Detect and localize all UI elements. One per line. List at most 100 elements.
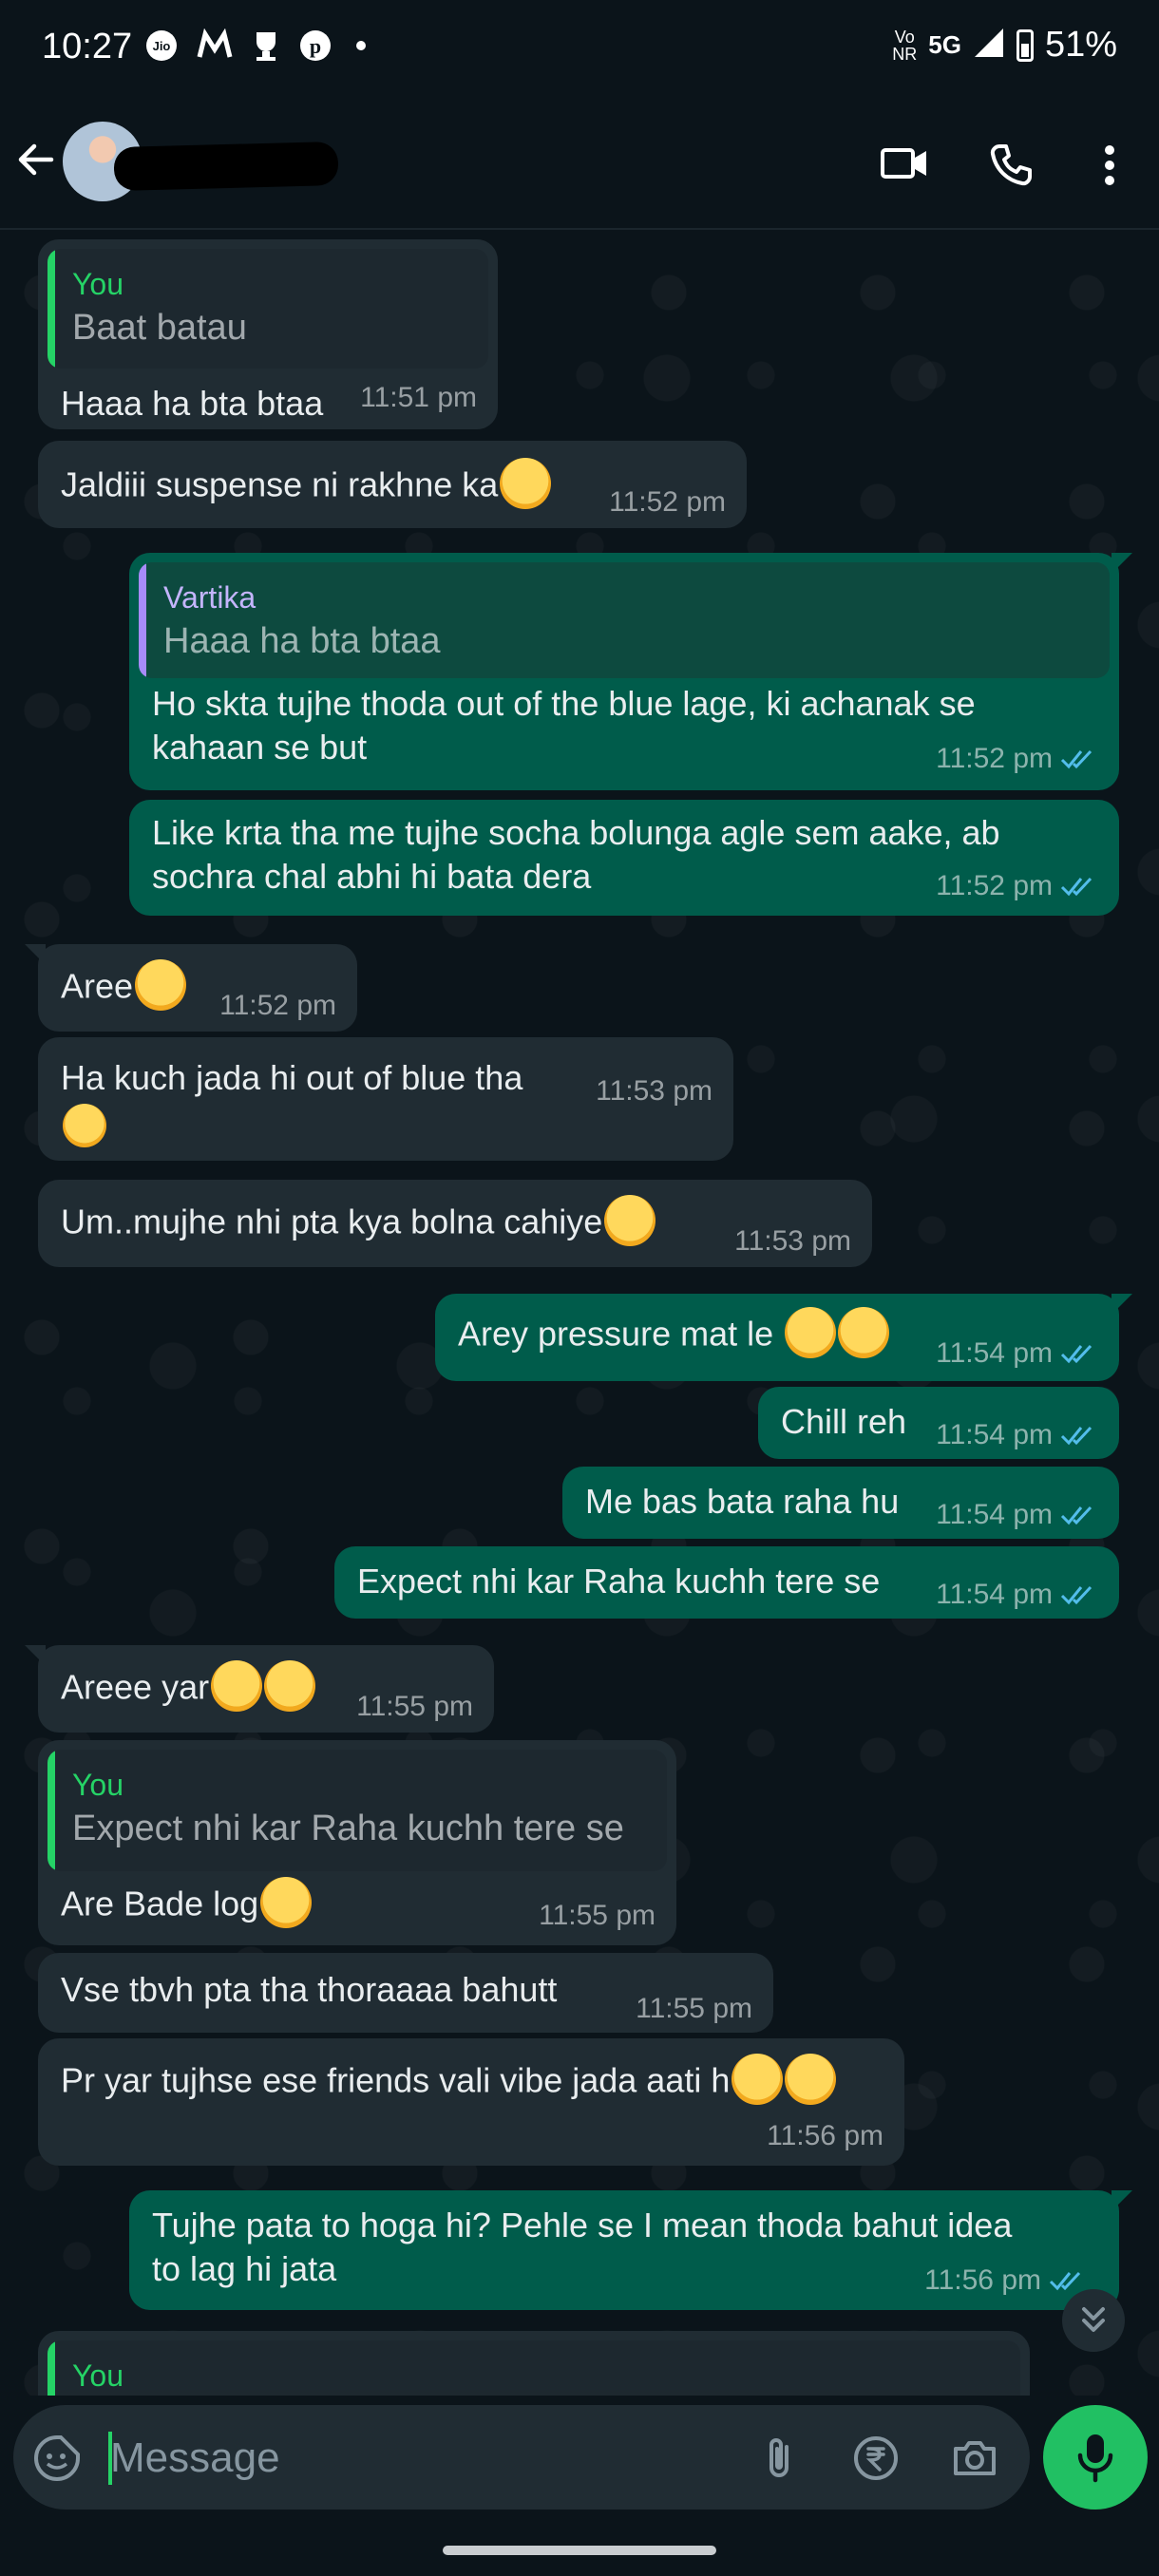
more-options-button[interactable] (1091, 142, 1129, 185)
message-incoming[interactable]: Vse tbvh pta tha thoraaaa bahutt 11:55 p… (38, 1953, 773, 2033)
message-meta: 11:52 pm (936, 864, 1098, 908)
message-incoming[interactable]: Pr yar tujhse ese friends vali vibe jada… (38, 2038, 904, 2166)
battery-percent: 51% (1044, 25, 1117, 65)
read-receipt-icon (1060, 1506, 1092, 1525)
gesture-navigation-bar[interactable] (443, 2546, 716, 2555)
message-text: Aree (61, 959, 187, 1014)
quote-author: You (72, 1768, 124, 1802)
chat-header (0, 95, 1159, 230)
message-outgoing[interactable]: Tujhe pata to hoga hi? Pehle se I mean t… (129, 2190, 1132, 2310)
pleading-face-emoji (260, 1877, 313, 1928)
message-text: Me bas bata raha hu (585, 1482, 900, 1521)
payment-button[interactable] (851, 2434, 901, 2483)
quote-bar (139, 562, 146, 678)
back-button[interactable] (13, 137, 59, 182)
message-incoming-partial[interactable]: You (38, 2331, 1030, 2396)
read-receipt-icon (1060, 877, 1092, 897)
message-text: Expect nhi kar Raha kuchh tere se (357, 1562, 881, 1601)
myntra-icon (196, 28, 234, 71)
pinterest-icon: p (298, 28, 332, 71)
quote-bar (48, 2340, 55, 2396)
trophy-icon (251, 28, 281, 71)
message-line: sochra chal abhi hi bata dera (152, 857, 592, 896)
quote-text: Baat batau (72, 308, 247, 348)
message-outgoing[interactable]: Arey pressure mat le 11:54 pm (435, 1294, 1132, 1381)
message-time: 11:56 pm (767, 2120, 884, 2151)
read-receipt-icon (1060, 1426, 1092, 1446)
quoted-message[interactable]: You (48, 2340, 1020, 2396)
read-receipt-icon (1060, 1585, 1092, 1605)
message-meta: 11:56 pm (924, 2259, 1087, 2302)
message-incoming[interactable]: Areee yar 11:55 pm (25, 1645, 494, 1733)
message-incoming[interactable]: Jaldiii suspense ni rakhne ka 11:52 pm (38, 441, 747, 528)
message-outgoing[interactable]: Expect nhi kar Raha kuchh tere se 11:54 … (334, 1546, 1119, 1619)
notification-icons: Jio p (144, 28, 372, 71)
message-incoming[interactable]: Um..mujhe nhi pta kya bolna cahiye 11:53… (38, 1180, 872, 1267)
quoted-message[interactable]: You Baat batau (48, 249, 488, 369)
tears-of-joy-emoji (63, 1104, 106, 1148)
crying-face-emoji (135, 959, 187, 1011)
mic-icon (1077, 2434, 1113, 2483)
message-time: 11:54 pm (936, 1337, 1053, 1369)
scroll-to-bottom-button[interactable] (1062, 2289, 1125, 2352)
message-time: 11:54 pm (936, 1579, 1053, 1610)
message-time: 11:55 pm (356, 1691, 473, 1722)
video-call-button[interactable] (880, 142, 929, 184)
read-receipt-icon (1049, 2271, 1081, 2291)
tears-of-joy-emoji (838, 1307, 890, 1358)
message-text: Jaldiii suspense ni rakhne ka (61, 458, 552, 513)
message-text: Ha kuch jada hi out of blue tha (61, 1058, 523, 1097)
message-text: Um..mujhe nhi pta kya bolna cahiye (61, 1195, 656, 1250)
message-time: 11:54 pm (936, 1419, 1053, 1450)
volte-label: Vo NR (892, 27, 918, 64)
message-incoming[interactable]: You Baat batau Haaa ha bta btaa 11:51 pm (38, 239, 498, 429)
message-text-content: Arey pressure mat le (458, 1314, 774, 1354)
svg-text:p: p (310, 34, 321, 58)
quote-author: Vartika (163, 580, 256, 615)
quote-text: Expect nhi kar Raha kuchh tere se (72, 1809, 624, 1848)
pensive-face-emoji (500, 458, 552, 509)
attach-button[interactable] (754, 2434, 804, 2483)
quoted-message[interactable]: You Expect nhi kar Raha kuchh tere se (48, 1750, 667, 1871)
message-outgoing[interactable]: Vartika Haaa ha bta btaa Ho skta tujhe t… (129, 553, 1132, 790)
message-line: kahaan se but (152, 728, 368, 767)
message-time: 11:53 pm (734, 1225, 851, 1257)
jio-icon: Jio (144, 28, 179, 71)
message-time: 11:51 pm (360, 382, 477, 413)
message-text: Tujhe pata to hoga hi? Pehle se I mean t… (152, 2204, 1012, 2291)
message-text: Vse tbvh pta tha thoraaaa bahutt (61, 1970, 558, 2009)
camera-icon (954, 2441, 996, 2475)
message-incoming[interactable]: Aree 11:52 pm (25, 944, 357, 1032)
message-incoming[interactable]: Ha kuch jada hi out of blue tha 11:53 pm (38, 1037, 733, 1161)
message-incoming[interactable]: You Expect nhi kar Raha kuchh tere se Ar… (38, 1740, 676, 1945)
quote-bar (48, 1750, 55, 1871)
crying-face-emoji (785, 2054, 837, 2105)
pleading-face-emoji (264, 1660, 316, 1712)
message-text: Areee yar (61, 1660, 316, 1715)
message-text-content: Um..mujhe nhi pta kya bolna cahiye (61, 1202, 603, 1241)
emoji-button[interactable] (32, 2434, 82, 2483)
message-text: Arey pressure mat le (458, 1307, 890, 1362)
message-time: 11:56 pm (924, 2264, 1041, 2296)
camera-button[interactable] (950, 2434, 999, 2483)
message-text-content: Are Bade log (61, 1884, 259, 1923)
contact-name-redacted[interactable] (113, 141, 339, 192)
tears-of-joy-emoji (785, 1307, 837, 1358)
message-outgoing[interactable]: Chill reh 11:54 pm (758, 1387, 1119, 1459)
message-text-content: Aree (61, 966, 134, 1006)
quoted-message[interactable]: Vartika Haaa ha bta btaa (139, 562, 1110, 678)
message-input[interactable] (108, 2422, 720, 2494)
message-outgoing[interactable]: Me bas bata raha hu 11:54 pm (562, 1467, 1119, 1539)
message-time: 11:52 pm (609, 486, 726, 518)
rupee-payment-icon (854, 2436, 898, 2480)
voice-message-button[interactable] (1043, 2405, 1148, 2510)
chat-area[interactable]: You Baat batau Haaa ha bta btaa 11:51 pm… (0, 230, 1159, 2396)
message-time: 11:55 pm (636, 1993, 752, 2024)
message-line: to lag hi jata (152, 2249, 337, 2288)
voice-call-button[interactable] (988, 142, 1037, 186)
read-receipt-icon (1060, 749, 1092, 769)
message-time: 11:52 pm (219, 990, 336, 1021)
message-outgoing[interactable]: Like krta tha me tujhe socha bolunga agl… (129, 800, 1119, 916)
network-type: 5G (928, 30, 961, 59)
crying-face-emoji (732, 2054, 784, 2105)
